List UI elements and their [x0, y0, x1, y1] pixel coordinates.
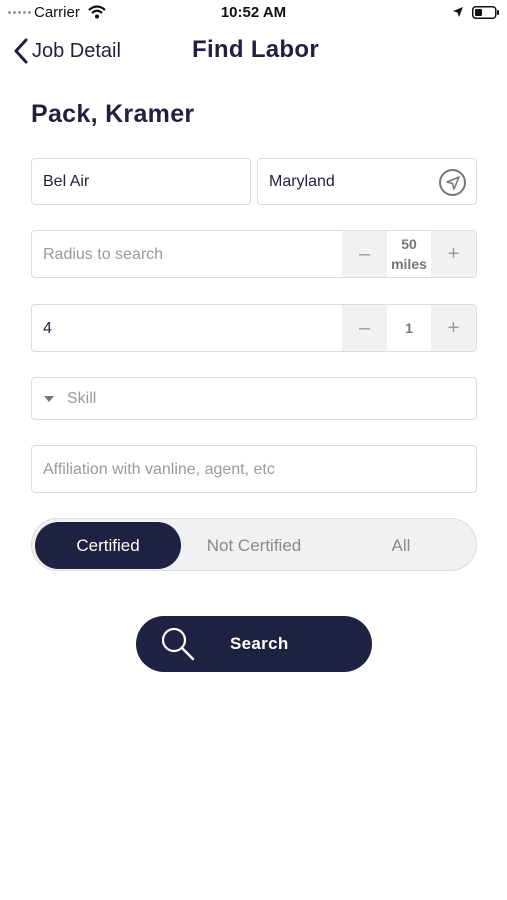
- locate-icon[interactable]: [439, 169, 466, 196]
- person-name: Pack, Kramer: [31, 100, 195, 128]
- count-increment-button[interactable]: +: [431, 305, 476, 351]
- count-stepper-number: 1: [405, 320, 413, 336]
- back-chevron-icon: [14, 38, 28, 64]
- segment-not-certified[interactable]: Not Certified: [180, 522, 328, 569]
- radius-number: 50: [401, 236, 417, 252]
- radius-value: 50 miles: [387, 231, 431, 277]
- count-field[interactable]: 4 – 1 +: [31, 304, 477, 352]
- count-value: 4: [43, 320, 52, 337]
- city-field[interactable]: Bel Air: [31, 158, 251, 205]
- radius-decrement-button[interactable]: –: [342, 231, 387, 277]
- search-button[interactable]: Search: [136, 616, 372, 672]
- back-button[interactable]: Job Detail: [14, 38, 121, 64]
- state-value: Maryland: [269, 173, 335, 190]
- skill-dropdown[interactable]: Skill: [31, 377, 477, 420]
- count-stepper: – 1 +: [342, 305, 476, 351]
- search-icon: [161, 627, 195, 661]
- affiliation-placeholder: Affiliation with vanline, agent, etc: [43, 461, 275, 478]
- radius-increment-button[interactable]: +: [431, 231, 476, 277]
- affiliation-input[interactable]: Affiliation with vanline, agent, etc: [31, 445, 477, 493]
- location-arrow-icon: [453, 7, 463, 17]
- count-decrement-button[interactable]: –: [342, 305, 387, 351]
- segment-certified[interactable]: Certified: [35, 522, 181, 569]
- radius-field[interactable]: Radius to search – 50 miles +: [31, 230, 477, 278]
- city-value: Bel Air: [43, 173, 90, 190]
- state-field[interactable]: Maryland: [257, 158, 477, 205]
- radius-stepper: – 50 miles +: [342, 231, 476, 277]
- status-time: 10:52 AM: [220, 4, 287, 21]
- battery-icon: [472, 6, 499, 19]
- page-title: Find Labor: [192, 36, 319, 63]
- segment-all[interactable]: All: [328, 522, 474, 569]
- count-stepper-value: 1: [387, 305, 431, 351]
- certification-filter: Certified Not Certified All: [31, 518, 477, 571]
- status-bar: Carrier 10:52 AM: [0, 0, 507, 26]
- back-label: Job Detail: [32, 39, 121, 62]
- nav-bar: Job Detail Find Labor: [0, 30, 507, 74]
- skill-placeholder: Skill: [67, 390, 97, 407]
- dropdown-caret-icon: [44, 396, 54, 402]
- search-label: Search: [230, 634, 289, 653]
- radius-unit: miles: [391, 256, 427, 272]
- radius-placeholder: Radius to search: [43, 246, 164, 263]
